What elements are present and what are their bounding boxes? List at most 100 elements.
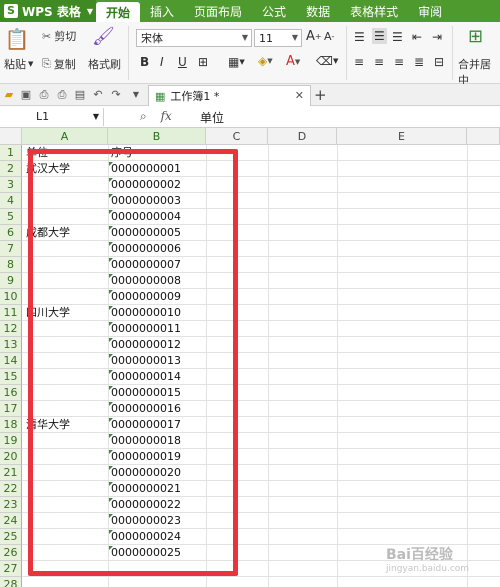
row-header[interactable]: 11 — [0, 305, 22, 321]
row-header[interactable]: 1 — [0, 145, 22, 161]
column-header-e[interactable]: E — [337, 128, 467, 145]
grid-line — [268, 145, 269, 587]
column-header-a[interactable]: A — [22, 128, 108, 145]
indent-left-icon[interactable]: ⇤ — [412, 30, 422, 44]
align-bottom-icon[interactable]: ☰ — [392, 30, 403, 44]
name-box[interactable]: L1 ▼ — [0, 108, 104, 126]
copy-button[interactable]: ⎘ 复制 — [42, 56, 76, 72]
italic-button[interactable]: I — [160, 55, 164, 69]
tab-1[interactable]: 插入 — [140, 0, 184, 22]
cut-button[interactable]: ✂ 剪切 — [42, 28, 76, 44]
row-header[interactable]: 14 — [0, 353, 22, 369]
row-header[interactable]: 17 — [0, 401, 22, 417]
row-header[interactable]: 4 — [0, 193, 22, 209]
row-header[interactable]: 6 — [0, 225, 22, 241]
indent-right-icon[interactable]: ⇥ — [432, 30, 442, 44]
clipboard-icon: 📋 — [4, 27, 30, 51]
underline-button[interactable]: U — [178, 55, 187, 69]
bold-button[interactable]: B — [140, 55, 149, 69]
select-all-corner[interactable] — [0, 128, 22, 145]
chevron-down-icon: ▼ — [241, 33, 248, 42]
align-left-icon[interactable]: ≡ — [354, 55, 364, 69]
chevron-down-icon: ▼ — [92, 112, 99, 121]
ribbon: 📋 粘贴 ▼ ✂ 剪切 ⎘ 复制 🖌 格式刷 宋体 ▼ 11 ▼ A + A- B … — [0, 22, 500, 87]
row-header[interactable]: 15 — [0, 369, 22, 385]
tab-0[interactable]: 开始 — [96, 2, 141, 22]
undo-icon[interactable]: ↶ — [91, 88, 105, 102]
row-header[interactable]: 23 — [0, 497, 22, 513]
export-icon[interactable]: ⎙ — [37, 88, 51, 102]
fill-color-icon[interactable]: ◈ ▼ — [258, 54, 273, 68]
add-tab-icon[interactable]: + — [314, 86, 327, 104]
justify-icon[interactable]: ≣ — [414, 55, 424, 69]
print-icon[interactable]: ⎙ — [55, 88, 69, 102]
customize-icon[interactable]: ▼ — [129, 88, 143, 102]
paste-label[interactable]: 粘贴 ▼ — [4, 56, 33, 72]
tab-6[interactable]: 审阅 — [408, 0, 452, 22]
row-header[interactable]: 19 — [0, 433, 22, 449]
row-header[interactable]: 18 — [0, 417, 22, 433]
row-header[interactable]: 10 — [0, 289, 22, 305]
tab-2[interactable]: 页面布局 — [184, 0, 252, 22]
format-painter-icon[interactable]: 🖌 — [92, 26, 115, 47]
chevron-down-icon: ▼ — [86, 6, 94, 16]
column-header-d[interactable]: D — [268, 128, 337, 145]
quick-access-bar: ▰ ▣ ⎙ ⎙ ▤ ↶ ↷ ▼ ▦ 工作簿1 * ✕ + — [0, 84, 500, 106]
tab-3[interactable]: 公式 — [252, 0, 296, 22]
redo-icon[interactable]: ↷ — [109, 88, 123, 102]
font-color-icon[interactable]: A ▼ — [286, 54, 300, 69]
row-header[interactable]: 8 — [0, 257, 22, 273]
wps-logo-icon: S — [4, 4, 18, 18]
app-menu-button[interactable]: S WPS 表格 ▼ — [0, 0, 96, 22]
zoom-icon[interactable]: ⌕ — [140, 109, 147, 123]
increase-font-icon[interactable]: A + — [306, 29, 322, 44]
align-top-icon[interactable]: ☰ — [354, 30, 365, 44]
formula-input[interactable]: 单位 — [200, 109, 224, 126]
row-header[interactable]: 21 — [0, 465, 22, 481]
grid-line — [22, 576, 500, 577]
column-header-b[interactable]: B — [108, 128, 206, 145]
row-header[interactable]: 12 — [0, 321, 22, 337]
font-name-select[interactable]: 宋体 ▼ — [136, 29, 252, 47]
save-icon[interactable]: ▣ — [19, 88, 33, 102]
open-folder-icon[interactable]: ▰ — [2, 88, 16, 102]
format-painter-button[interactable]: 格式刷 — [88, 56, 121, 72]
watermark: Bai百经验 jingyan.baidu.com — [386, 547, 470, 574]
align-middle-icon[interactable]: ☰ — [372, 28, 387, 44]
row-header[interactable]: 26 — [0, 545, 22, 561]
row-header[interactable]: 9 — [0, 273, 22, 289]
paste-button[interactable]: 📋 — [4, 27, 30, 51]
row-header[interactable]: 3 — [0, 177, 22, 193]
strikethrough-icon[interactable]: ⊞ — [198, 55, 208, 69]
distribute-icon[interactable]: ⊟ — [434, 55, 444, 69]
merge-cells-icon[interactable]: ⊞ — [468, 26, 483, 47]
fx-icon[interactable]: fx — [161, 109, 172, 123]
scissors-icon: ✂ — [42, 29, 52, 43]
tab-5[interactable]: 表格样式 — [340, 0, 408, 22]
align-right-icon[interactable]: ≡ — [394, 55, 404, 69]
row-header[interactable]: 24 — [0, 513, 22, 529]
row-header[interactable]: 16 — [0, 385, 22, 401]
highlight-box — [28, 149, 238, 576]
row-header[interactable]: 28 — [0, 577, 22, 587]
row-header[interactable]: 27 — [0, 561, 22, 577]
column-header-c[interactable]: C — [206, 128, 268, 145]
align-center-icon[interactable]: ≡ — [374, 55, 384, 69]
row-header[interactable]: 20 — [0, 449, 22, 465]
border-icon[interactable]: ▦ ▼ — [228, 55, 245, 69]
row-header[interactable]: 22 — [0, 481, 22, 497]
grid-line — [467, 145, 468, 587]
row-header[interactable]: 13 — [0, 337, 22, 353]
decrease-font-icon[interactable]: A- — [324, 30, 334, 43]
print-preview-icon[interactable]: ▤ — [73, 88, 87, 102]
row-header[interactable]: 5 — [0, 209, 22, 225]
close-icon[interactable]: ✕ — [295, 89, 304, 102]
row-header[interactable]: 2 — [0, 161, 22, 177]
chevron-down-icon: ▼ — [291, 33, 298, 42]
clear-format-icon[interactable]: ⌫ ▼ — [316, 54, 338, 68]
font-size-select[interactable]: 11 ▼ — [254, 29, 302, 47]
tab-4[interactable]: 数据 — [296, 0, 340, 22]
tab-workbook[interactable]: ▦ 工作簿1 * ✕ — [148, 85, 311, 106]
row-header[interactable]: 25 — [0, 529, 22, 545]
row-header[interactable]: 7 — [0, 241, 22, 257]
